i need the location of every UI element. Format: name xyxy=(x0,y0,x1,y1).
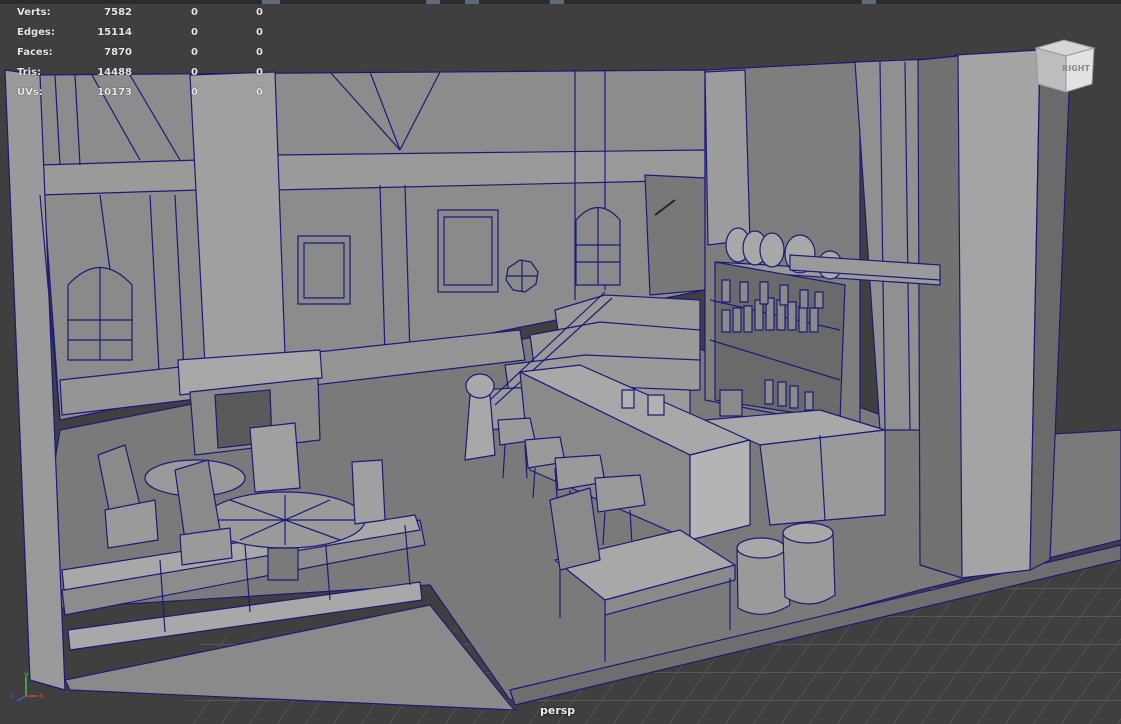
axis-y-label: y xyxy=(24,670,29,679)
view-cube[interactable]: RIGHT xyxy=(1034,38,1096,94)
right-pillar-small xyxy=(704,69,751,246)
hud-row-faces: Faces: 7870 0 0 xyxy=(0,44,280,64)
hud-row-edges: Edges: 15114 0 0 xyxy=(0,24,280,44)
hud-value: 0 xyxy=(256,47,263,58)
hud-value: 7870 xyxy=(104,47,132,58)
window-right-arched xyxy=(575,206,621,286)
hud-value: 0 xyxy=(191,47,198,58)
doorway xyxy=(644,174,706,296)
hud-value: 0 xyxy=(191,87,198,98)
hud-row-uvs: UVs: 10173 0 0 xyxy=(0,84,280,104)
hud-label: Tris: xyxy=(17,67,42,78)
poly-count-hud: Verts: 7582 0 0 Edges: 15114 0 0 Faces: … xyxy=(0,4,280,104)
chair-back-center xyxy=(351,459,386,525)
window-left-arched xyxy=(67,266,133,361)
right-tall-pillar-side xyxy=(917,55,963,579)
hud-value: 0 xyxy=(256,87,263,98)
hud-value: 0 xyxy=(191,7,198,18)
perspective-viewport[interactable]: Verts: 7582 0 0 Edges: 15114 0 0 Faces: … xyxy=(0,0,1121,724)
hud-value: 0 xyxy=(191,27,198,38)
camera-name-label: persp xyxy=(540,704,576,717)
chair-back-right xyxy=(249,422,301,493)
hud-label: Faces: xyxy=(17,47,53,58)
hud-row-tris: Tris: 14488 0 0 xyxy=(0,64,280,84)
hud-value: 10173 xyxy=(97,87,132,98)
hud-value: 0 xyxy=(256,67,263,78)
view-cube-face-label[interactable]: RIGHT xyxy=(1062,64,1090,73)
window-frame-1 xyxy=(297,235,351,305)
hud-value: 0 xyxy=(256,27,263,38)
axis-gizmo: y z x xyxy=(10,670,44,702)
right-tall-pillar-face xyxy=(954,49,1041,579)
hud-value: 0 xyxy=(256,7,263,18)
window-frame-2 xyxy=(437,209,499,293)
hud-value: 0 xyxy=(191,67,198,78)
bar-counter-end xyxy=(689,439,751,541)
hud-value: 15114 xyxy=(97,27,132,38)
newel-post xyxy=(464,394,496,461)
hud-label: Verts: xyxy=(17,7,51,18)
hud-label: UVs: xyxy=(17,87,43,98)
left-upper-beam xyxy=(39,159,201,196)
hud-value: 14488 xyxy=(97,67,132,78)
axis-x-label: x xyxy=(39,691,44,700)
hud-label: Edges: xyxy=(17,27,55,38)
tavern-scene-wireframe[interactable] xyxy=(0,0,1121,724)
axis-z-label: z xyxy=(10,691,14,700)
left-pillar xyxy=(189,71,286,366)
hud-value: 7582 xyxy=(104,7,132,18)
hud-row-verts: Verts: 7582 0 0 xyxy=(0,4,280,24)
